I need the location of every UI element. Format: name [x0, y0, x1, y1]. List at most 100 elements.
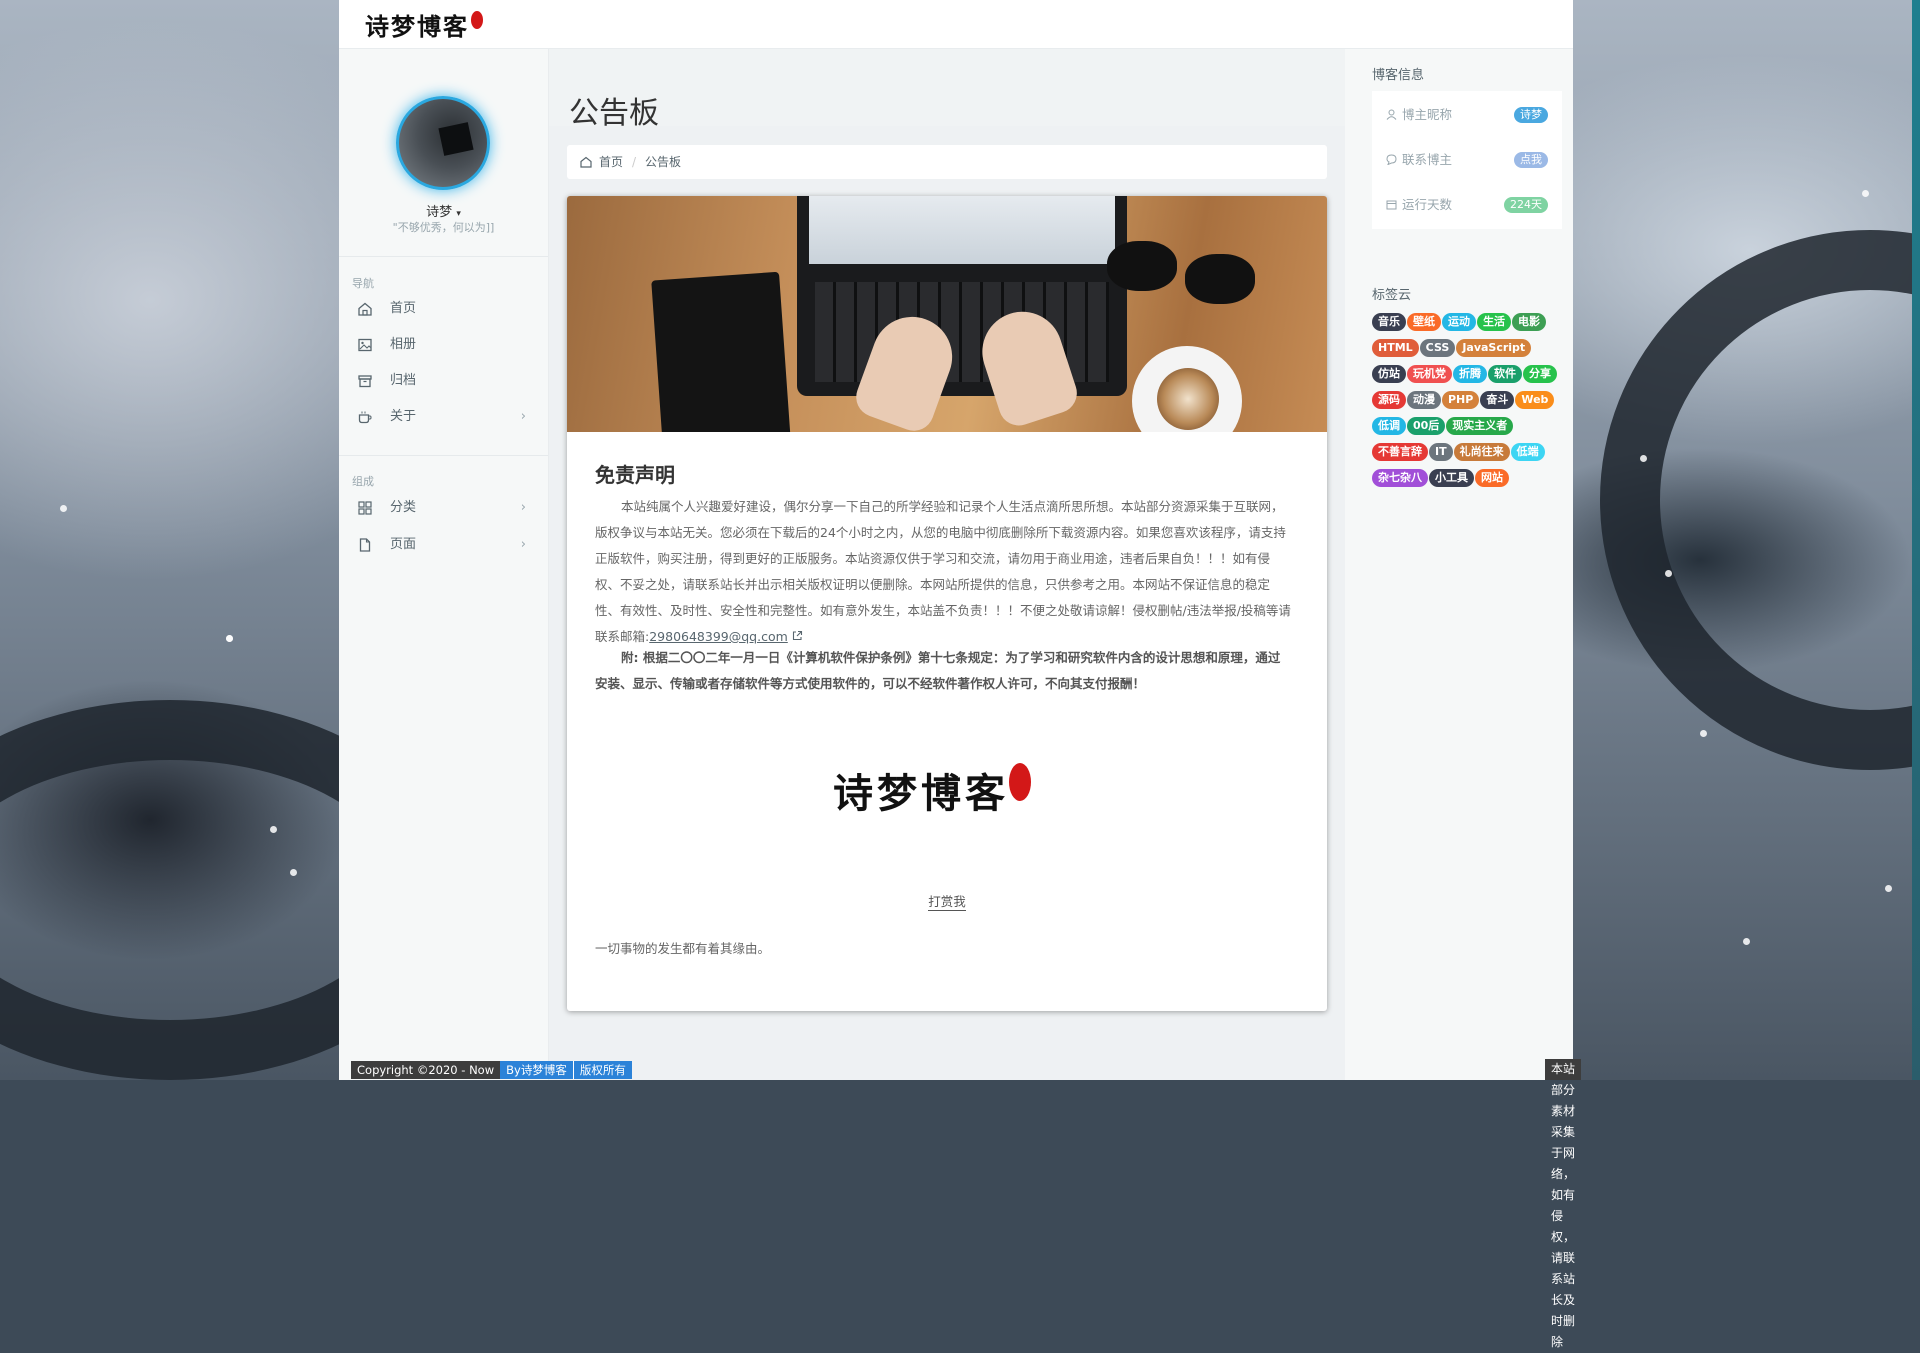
background-ring	[1600, 230, 1920, 770]
user-menu[interactable]: 诗梦 ▾	[339, 201, 548, 220]
left-sidebar: 诗梦 ▾ "不够优秀，何以为]] 导航 首页 相册 归档 关于 › 组成 分类 …	[339, 49, 549, 1080]
tag-cloud-heading: 标签云	[1372, 288, 1412, 303]
sidebar-item-pages[interactable]: 页面 ›	[339, 527, 548, 563]
tag-item[interactable]: 仿站	[1372, 365, 1406, 383]
snowflake	[60, 505, 67, 512]
snowflake	[1743, 938, 1750, 945]
breadcrumb-home-link[interactable]: 首页	[599, 145, 623, 179]
tag-item[interactable]: JavaScript	[1456, 339, 1532, 357]
sidebar-item-label: 相册	[390, 337, 417, 352]
snowflake	[290, 869, 297, 876]
tag-item[interactable]: 源码	[1372, 391, 1406, 409]
post-card: 免责声明 本站纯属个人兴趣爱好建设，偶尔分享一下自己的所学经验和记录个人生活点滴…	[567, 196, 1327, 1011]
sidebar-item-label: 分类	[390, 500, 417, 515]
signature-seal-icon	[1009, 763, 1031, 801]
tag-item[interactable]: 软件	[1488, 365, 1522, 383]
tag-item[interactable]: 礼尚往来	[1453, 443, 1510, 461]
user-motto: "不够优秀，何以为]]	[392, 221, 495, 234]
user-icon	[1386, 109, 1397, 120]
breadcrumb-current: 公告板	[645, 155, 682, 169]
breadcrumb-separator: /	[632, 155, 637, 169]
home-icon	[358, 302, 372, 316]
archive-icon	[358, 375, 372, 388]
tag-item[interactable]: 现实主义者	[1446, 417, 1514, 435]
sidebar-item-category[interactable]: 分类 ›	[339, 490, 548, 526]
post-cover-image	[567, 196, 1327, 432]
tag-item[interactable]: Web	[1515, 391, 1555, 409]
sidebar-item-about[interactable]: 关于 ›	[339, 399, 548, 435]
top-bar: 诗梦博客	[339, 0, 1573, 49]
footer-copyright: Copyright ©2020 - Now By诗梦博客 版权所有	[351, 1060, 632, 1080]
reward-link[interactable]: 打赏我	[567, 891, 1327, 911]
snowflake	[1665, 570, 1672, 577]
disclaimer-text: 本站纯属个人兴趣爱好建设，偶尔分享一下自己的所学经验和记录个人生活点滴所思所想。…	[595, 499, 1291, 644]
tag-item[interactable]: CSS	[1419, 339, 1456, 357]
copyright-text: Copyright ©2020 - Now	[351, 1061, 501, 1079]
calendar-icon	[1386, 200, 1397, 210]
sidebar-item-label: 页面	[390, 537, 417, 552]
tag-item[interactable]: 壁纸	[1407, 313, 1441, 331]
tag-item[interactable]: 网站	[1475, 469, 1509, 487]
tag-item[interactable]: 低端	[1510, 443, 1545, 461]
home-icon	[580, 156, 592, 168]
tag-item[interactable]: 音乐	[1372, 313, 1406, 331]
tag-item[interactable]: 杂七杂八	[1372, 469, 1428, 487]
tag-item[interactable]: 00后	[1407, 417, 1446, 435]
avatar[interactable]	[396, 96, 490, 190]
tag-item[interactable]: 玩机党	[1407, 365, 1452, 383]
tag-item[interactable]: 生活	[1477, 313, 1511, 331]
site-logo[interactable]: 诗梦博客	[365, 7, 483, 42]
tag-item[interactable]: 奋斗	[1480, 391, 1515, 409]
tag-item[interactable]: 折腾	[1453, 365, 1487, 383]
sidebar-item-album[interactable]: 相册	[339, 327, 548, 363]
right-sidebar: 博客信息 博主昵称 诗梦 联系博主 点我 运行天数 224天 标签云 音乐 壁纸运…	[1345, 49, 1573, 1080]
snowflake	[1640, 455, 1647, 462]
grid-icon	[358, 501, 372, 515]
nav-divider	[339, 455, 548, 456]
info-label: 博主昵称	[1402, 107, 1453, 122]
info-row-uptime: 运行天数 224天	[1372, 183, 1562, 227]
tag-item[interactable]: IT	[1429, 443, 1453, 461]
main-body: 首页 / 公告板 免责声明 本站纯属个人兴趣爱好建设，偶尔分享一下自己的所学经验…	[549, 126, 1345, 1080]
tag-item[interactable]: 运动	[1442, 313, 1476, 331]
sidebar-item-label: 关于	[390, 409, 417, 424]
sidebar-item-archive[interactable]: 归档	[339, 363, 548, 399]
group-heading: 组成	[352, 475, 374, 488]
signature-text: 诗梦博客	[833, 770, 1009, 817]
nav-heading: 导航	[352, 277, 374, 290]
email-link[interactable]: 2980648399@qq.com	[649, 629, 788, 644]
snowflake	[1700, 730, 1707, 737]
uptime-badge: 224天	[1504, 197, 1548, 213]
tag-item[interactable]: HTML	[1372, 339, 1419, 357]
signature-logo: 诗梦博客	[833, 761, 1031, 819]
footer-site-link[interactable]: By诗梦博客	[500, 1061, 573, 1079]
nav-divider	[339, 256, 548, 257]
chevron-right-icon: ›	[520, 500, 526, 515]
tag-item[interactable]: PHP	[1442, 391, 1480, 409]
snowflake	[226, 635, 233, 642]
tag-item[interactable]: 分享	[1523, 365, 1557, 383]
contact-badge[interactable]: 点我	[1514, 152, 1548, 168]
site-logo-text: 诗梦博客	[365, 12, 469, 41]
tag-item[interactable]: 不善言辞	[1372, 443, 1428, 461]
sidebar-item-home[interactable]: 首页	[339, 291, 548, 327]
caret-down-icon: ▾	[456, 209, 461, 219]
tag-item[interactable]: 小工具	[1429, 469, 1474, 487]
username: 诗梦	[426, 205, 453, 220]
chat-icon	[1386, 154, 1397, 165]
chevron-right-icon: ›	[520, 537, 526, 552]
info-row-contact[interactable]: 联系博主 点我	[1372, 138, 1562, 182]
tag-item[interactable]: 动漫	[1407, 391, 1441, 409]
image-icon	[358, 338, 372, 352]
post-ending-text: 一切事物的发生都有着其缘由。	[595, 941, 771, 956]
sidebar-item-label: 归档	[390, 373, 417, 388]
post-title: 免责声明	[595, 463, 675, 487]
tag-item[interactable]: 电影	[1512, 313, 1546, 331]
tag-item[interactable]: 低调	[1372, 417, 1406, 435]
file-icon	[359, 538, 371, 552]
main-content: 公告板 首页 / 公告板 免责声明 本站纯属个人兴趣爱好建设，偶尔分享一下自己的…	[549, 49, 1345, 1080]
blog-info-heading: 博客信息	[1372, 68, 1425, 83]
info-label: 联系博主	[1402, 152, 1453, 167]
coffee-icon	[358, 411, 372, 424]
breadcrumb: 首页 / 公告板	[567, 145, 1327, 179]
